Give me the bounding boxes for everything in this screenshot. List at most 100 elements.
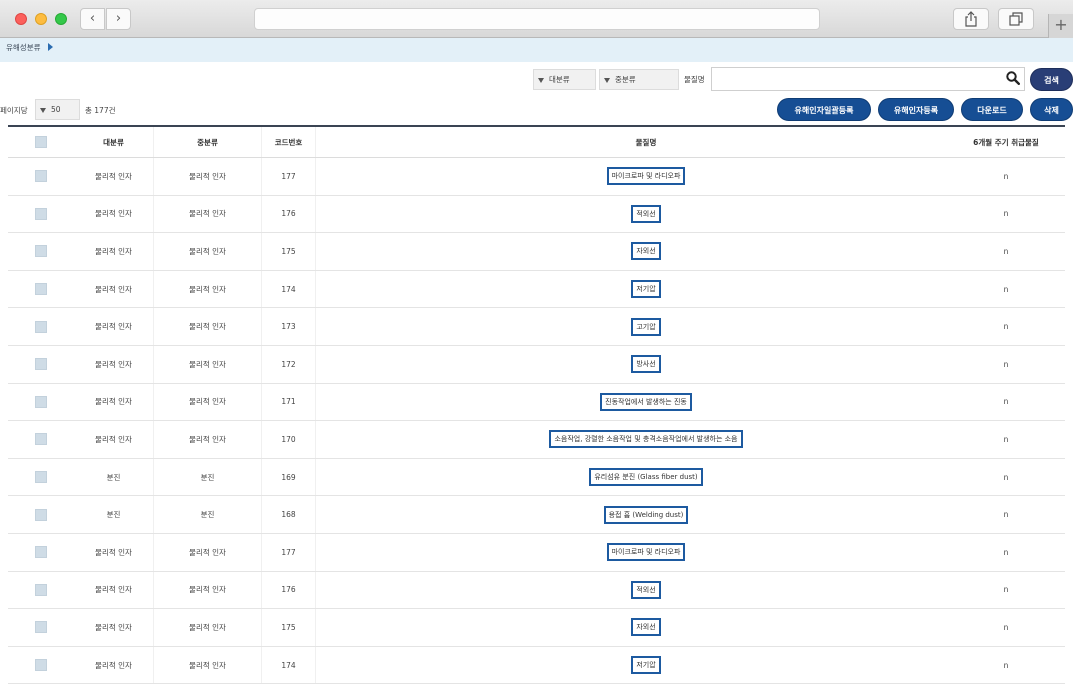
search-button[interactable]: 검색	[1030, 68, 1073, 91]
row-checkbox[interactable]	[35, 170, 47, 183]
bulk-register-button[interactable]: 유해인자일괄등록	[777, 98, 871, 121]
table-row[interactable]: 물리적 인자 물리적 인자 171 진동작업에서 발생하는 진동 n	[8, 383, 1065, 422]
row-checkbox-cell	[8, 158, 74, 195]
tabs-icon	[1009, 12, 1023, 26]
download-button[interactable]: 다운로드	[961, 98, 1023, 121]
header-mid[interactable]: 중분류	[154, 127, 262, 157]
forward-button[interactable]: ›	[106, 8, 131, 30]
row-checkbox[interactable]	[35, 245, 47, 258]
cell-code: 170	[262, 421, 316, 458]
table-row[interactable]: 물리적 인자 물리적 인자 174 저기압 n	[8, 270, 1065, 309]
table-row[interactable]: 물리적 인자 물리적 인자 177 마이크로파 및 라디오파 n	[8, 533, 1065, 572]
substance-name-link[interactable]: 마이크로파 및 라디오파	[606, 167, 686, 186]
row-checkbox[interactable]	[35, 283, 47, 296]
substance-name-input[interactable]	[711, 67, 1025, 91]
breadcrumb: 유해성분류	[0, 38, 1073, 62]
row-checkbox[interactable]	[35, 433, 47, 446]
header-checkbox-cell	[8, 127, 74, 157]
per-page-select[interactable]: 50	[35, 99, 80, 120]
mid-category-value: 중분류	[615, 75, 636, 84]
row-checkbox[interactable]	[35, 583, 47, 596]
cell-major: 물리적 인자	[74, 646, 154, 684]
cell-mid: 물리적 인자	[154, 571, 262, 609]
cell-major: 물리적 인자	[74, 345, 154, 383]
substance-name-link[interactable]: 소음작업, 강렬한 소음작업 및 충격소음작업에서 발생하는 소음	[549, 430, 743, 449]
mid-category-select[interactable]: 중분류	[599, 69, 679, 90]
row-checkbox[interactable]	[35, 508, 47, 521]
table-row[interactable]: 분진 분진 168 용접 흄 (Welding dust) n	[8, 496, 1065, 534]
search-icon[interactable]	[1006, 71, 1020, 85]
per-page-value: 50	[51, 105, 61, 114]
back-button[interactable]: ‹	[80, 8, 105, 30]
cell-major: 물리적 인자	[74, 270, 154, 308]
cell-mid: 물리적 인자	[154, 158, 262, 195]
header-name[interactable]: 물질명	[316, 127, 976, 157]
substance-name-link[interactable]: 자외선	[631, 618, 661, 637]
plus-icon: +	[1054, 15, 1068, 34]
table-row[interactable]: 물리적 인자 물리적 인자 175 자외선 n	[8, 609, 1065, 647]
row-checkbox[interactable]	[35, 659, 47, 672]
major-category-value: 대분류	[549, 75, 570, 84]
row-checkbox[interactable]	[35, 546, 47, 559]
caret-right-icon	[48, 43, 53, 51]
major-category-select[interactable]: 대분류	[533, 69, 596, 90]
new-tab-button[interactable]: +	[1048, 14, 1073, 38]
delete-button[interactable]: 삭제	[1030, 98, 1073, 121]
row-checkbox[interactable]	[35, 358, 47, 371]
table-row[interactable]: 물리적 인자 물리적 인자 172 방사선 n	[8, 345, 1065, 384]
row-checkbox-cell	[8, 308, 74, 345]
header-code[interactable]: 코드번호	[262, 127, 316, 157]
cell-mid: 물리적 인자	[154, 308, 262, 345]
substance-name-label: 물질명	[684, 75, 705, 84]
header-six-month[interactable]: 6개월 주기 취급물질	[946, 127, 1066, 157]
row-checkbox-cell	[8, 421, 74, 458]
substance-name-link[interactable]: 용접 흄 (Welding dust)	[603, 505, 689, 524]
address-bar[interactable]	[254, 8, 820, 30]
cell-code: 175	[262, 609, 316, 646]
substance-name-link[interactable]: 적외선	[631, 580, 661, 599]
row-checkbox[interactable]	[35, 320, 47, 333]
cell-name: 자외선	[316, 609, 976, 646]
substance-name-link[interactable]: 진동작업에서 발생하는 진동	[600, 392, 692, 411]
table-row[interactable]: 물리적 인자 물리적 인자 174 저기압 n	[8, 646, 1065, 685]
select-all-checkbox[interactable]	[35, 136, 47, 148]
row-checkbox[interactable]	[35, 395, 47, 408]
zoom-window-button[interactable]	[55, 13, 67, 25]
substance-name-link[interactable]: 고기압	[631, 317, 661, 336]
header-major[interactable]: 대분류	[74, 127, 154, 157]
table-row[interactable]: 물리적 인자 물리적 인자 170 소음작업, 강렬한 소음작업 및 충격소음작업에서…	[8, 421, 1065, 459]
cell-code: 171	[262, 383, 316, 421]
substance-name-link[interactable]: 방사선	[631, 355, 661, 374]
cell-six-month: n	[1003, 397, 1009, 407]
minimize-window-button[interactable]	[35, 13, 47, 25]
substance-name-link[interactable]: 자외선	[631, 242, 661, 261]
table-row[interactable]: 물리적 인자 물리적 인자 173 고기압 n	[8, 308, 1065, 346]
tab-overview-button[interactable]	[998, 8, 1034, 30]
dropdown-icon	[538, 77, 544, 83]
window-titlebar: ‹ › +	[0, 0, 1073, 38]
table-row[interactable]: 물리적 인자 물리적 인자 176 적외선 n	[8, 571, 1065, 610]
cell-major: 물리적 인자	[74, 609, 154, 646]
substance-name-link[interactable]: 저기압	[631, 280, 661, 299]
cell-code: 173	[262, 308, 316, 345]
row-checkbox[interactable]	[35, 621, 47, 634]
cell-major: 물리적 인자	[74, 158, 154, 195]
substance-name-link[interactable]: 적외선	[631, 204, 661, 223]
table-row[interactable]: 물리적 인자 물리적 인자 175 자외선 n	[8, 233, 1065, 271]
table-row[interactable]: 분진 분진 169 유리섬유 분진 (Glass fiber dust) n	[8, 458, 1065, 497]
table-row[interactable]: 물리적 인자 물리적 인자 177 마이크로파 및 라디오파 n	[8, 158, 1065, 196]
substance-name-link[interactable]: 유리섬유 분진 (Glass fiber dust)	[589, 468, 703, 487]
substance-name-link[interactable]: 저기압	[631, 656, 661, 675]
register-button[interactable]: 유해인자등록	[878, 98, 954, 121]
row-checkbox[interactable]	[35, 207, 47, 220]
substance-name-link[interactable]: 마이크로파 및 라디오파	[606, 543, 686, 562]
table-row[interactable]: 물리적 인자 물리적 인자 176 적외선 n	[8, 195, 1065, 234]
breadcrumb-item[interactable]: 유해성분류	[6, 42, 41, 53]
cell-six-month: n	[1003, 322, 1009, 332]
cell-code: 174	[262, 646, 316, 684]
close-window-button[interactable]	[15, 13, 27, 25]
share-button[interactable]	[953, 8, 989, 30]
cell-major: 물리적 인자	[74, 421, 154, 458]
cell-six-month: n	[1003, 171, 1009, 181]
row-checkbox[interactable]	[35, 471, 47, 484]
